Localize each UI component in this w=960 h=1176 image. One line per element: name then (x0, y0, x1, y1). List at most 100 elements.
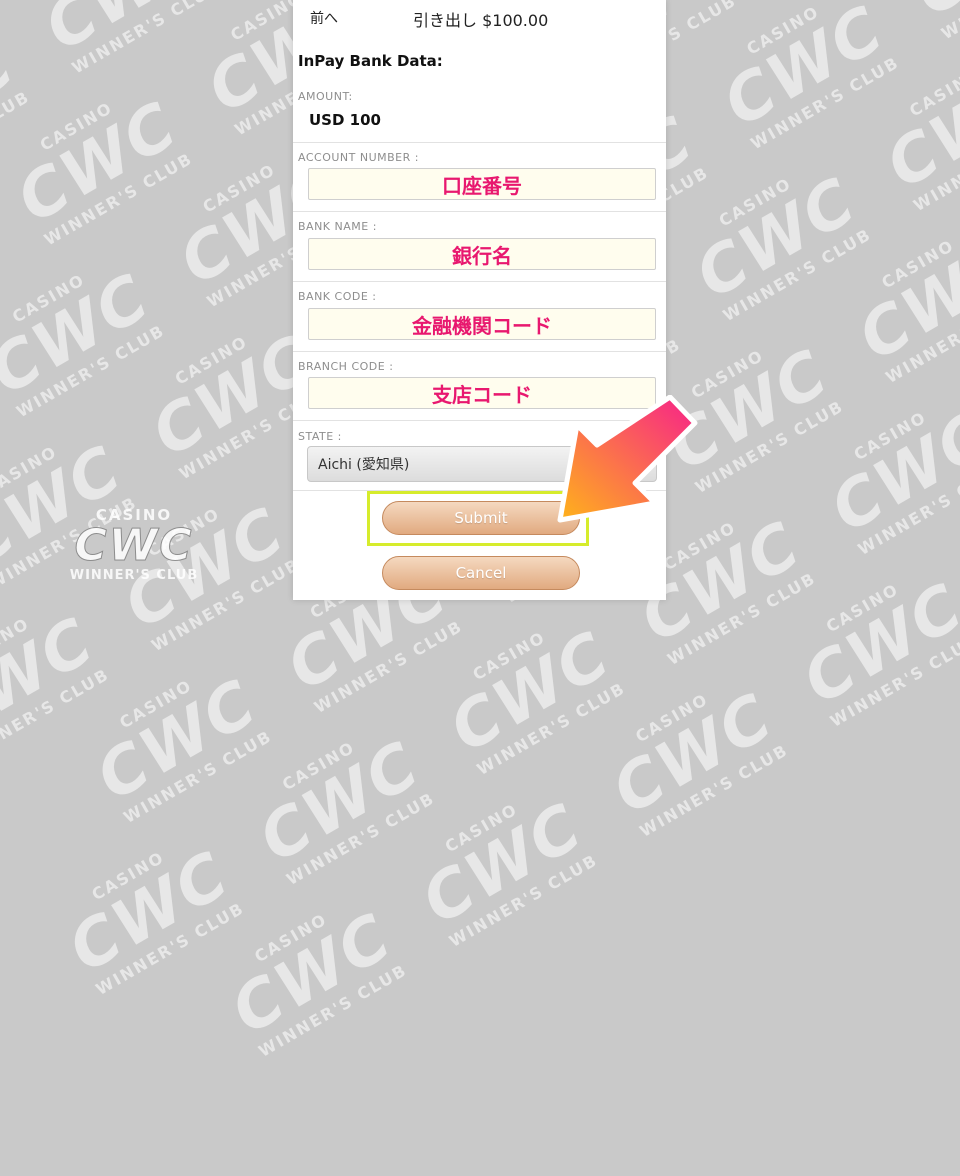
watermark-cwc-text: CWC (600, 679, 786, 830)
watermark-tile: CASINOCWCWINNER'S CLUB (869, 0, 960, 91)
watermark-cwc-text: CWC (0, 188, 23, 358)
watermark-club-text: WINNER'S CLUB (910, 115, 960, 216)
bank-code-label: BANK CODE : (298, 290, 377, 303)
watermark-casino-text: CASINO (0, 613, 33, 671)
account-number-field[interactable]: 口座番号 (308, 168, 656, 200)
watermark-cwc-text: CWC (247, 728, 433, 878)
logo-club-text: WINNER'S CLUB (69, 568, 199, 583)
watermark-club-text: WINNER'S CLUB (255, 960, 411, 1061)
watermark-casino-text: CASINO (632, 689, 712, 747)
watermark-cwc-text: CWC (10, 0, 241, 76)
watermark-club-text: WINNER'S CLUB (636, 740, 792, 841)
watermark-tile: CASINOCWCWINNER'S CLUB (0, 171, 51, 407)
branch-code-label: BRANCH CODE : (298, 360, 394, 373)
watermark-club-text: WINNER'S CLUB (0, 664, 113, 766)
watermark-casino-text: CASINO (116, 675, 196, 733)
watermark-tile: CASINOCWCWINNER'S CLUB (679, 0, 948, 201)
watermark-casino-text: CASINO (850, 407, 930, 465)
watermark-club-text: WINNER'S CLUB (13, 320, 169, 422)
watermark-club-text: WINNER'S CLUB (40, 148, 196, 250)
watermark-casino-text: CASINO (0, 0, 18, 131)
amount-label: AMOUNT: (298, 90, 353, 103)
watermark-tile: CASINOCWCWINNER'S CLUB (949, 432, 960, 668)
watermark-cwc-text: CWC (438, 618, 623, 768)
watermark-tile: CASINOCWCWINNER'S CLUB (814, 198, 960, 434)
watermark-casino-text: CASINO (878, 235, 958, 293)
watermark-tile: CASINOCWCWINNER'S CLUB (0, 61, 241, 297)
watermark-casino-text: CASINO (171, 331, 252, 389)
watermark-club-text: WINNER'S CLUB (0, 86, 34, 188)
watermark-cwc-text: CWC (791, 569, 960, 720)
watermark-club-text: WINNER'S CLUB (68, 0, 224, 78)
watermark-club-text: WINNER'S CLUB (310, 616, 466, 718)
watermark-casino-text: CASINO (743, 1, 823, 59)
watermark-tile: CASINOCWCWINNER'S CLUB (786, 370, 960, 606)
watermark-casino-text: CASINO (441, 799, 522, 857)
state-selected-value: Aichi (愛知県) (318, 457, 410, 473)
watermark-tile: CASINOCWCWINNER'S CLUB (0, 576, 158, 812)
watermark-club-text: WINNER'S CLUB (0, 258, 6, 360)
watermark-tile: CASINOCWCWINNER'S CLUB (377, 762, 646, 998)
watermark-club-text: WINNER'S CLUB (0, 415, 5, 547)
watermark-cwc-text: CWC (410, 789, 596, 940)
divider (293, 142, 666, 143)
watermark-club-text: WINNER'S CLUB (911, 0, 960, 59)
watermark-tile: CASINOCWCWINNER'S CLUB (52, 638, 321, 874)
watermark-casino-text: CASINO (715, 173, 795, 231)
watermark-cwc-text: CWC (874, 54, 960, 204)
cwc-logo: CASINO CWC WINNER'S CLUB (64, 506, 204, 586)
watermark-cwc-text: CWC (5, 88, 191, 238)
watermark-casino-text: CASINO (279, 737, 359, 795)
watermark-tile: CASINOCWCWINNER'S CLUB (758, 542, 960, 778)
watermark-club-text: WINNER'S CLUB (473, 678, 629, 779)
bank-code-field[interactable]: 金融機関コード (308, 308, 656, 340)
top-bar: 前へ 引き出し $100.00 (293, 0, 666, 34)
watermark-club-text: WINNER'S CLUB (719, 224, 875, 326)
watermark-tile: CASINOCWCWINNER'S CLUB (0, 343, 23, 579)
back-link[interactable]: 前へ (310, 8, 338, 28)
watermark-tile: CASINOCWCWINNER'S CLUB (568, 652, 837, 888)
watermark-cwc-text: CWC (819, 398, 960, 548)
watermark-cwc-text: CWC (846, 226, 960, 376)
watermark-club-text: WINNER'S CLUB (747, 52, 903, 154)
watermark-club-text: WINNER'S CLUB (854, 458, 960, 559)
watermark-cwc-text: CWC (711, 0, 897, 142)
watermark-tile: CASINOCWCWINNER'S CLUB (841, 26, 960, 262)
pointer-arrow-icon (557, 395, 698, 523)
watermark-cwc-text: CWC (57, 838, 242, 988)
watermark-tile: CASINOCWCWINNER'S CLUB (0, 233, 213, 469)
watermark-club-text: WINNER'S CLUB (92, 898, 248, 999)
cancel-button[interactable]: Cancel (382, 556, 580, 590)
watermark-casino-text: CASINO (822, 579, 903, 637)
watermark-casino-text: CASINO (906, 63, 960, 121)
watermark-casino-text: CASINO (469, 627, 549, 685)
divider (293, 211, 666, 212)
watermark-tile: CASINOCWCWINNER'S CLUB (24, 810, 293, 1046)
watermark-cwc-text: CWC (879, 0, 960, 42)
watermark-tile: CASINOCWCWINNER'S CLUB (0, 0, 78, 235)
section-title: InPay Bank Data: (298, 52, 443, 70)
bank-name-field[interactable]: 銀行名 (308, 238, 656, 270)
watermark-tile: CASINOCWCWINNER'S CLUB (187, 872, 456, 1108)
bank-name-label: BANK NAME : (298, 220, 377, 233)
watermark-cwc-text: CWC (684, 164, 869, 314)
watermark-tile: CASINOCWCWINNER'S CLUB (0, 0, 269, 125)
watermark-casino-text: CASINO (9, 269, 89, 327)
watermark-club-text: WINNER'S CLUB (445, 850, 601, 951)
watermark-tile: CASINOCWCWINNER'S CLUB (651, 136, 920, 372)
divider (293, 351, 666, 352)
watermark-cwc-text: CWC (0, 604, 107, 754)
page-title: 引き出し $100.00 (413, 11, 549, 30)
watermark-club-text: WINNER'S CLUB (882, 286, 960, 388)
logo-cwc-text: CWC (74, 520, 194, 571)
watermark-cwc-text: CWC (219, 899, 405, 1050)
watermark-casino-text: CASINO (0, 0, 209, 21)
watermark-casino-text: CASINO (36, 97, 117, 155)
watermark-cwc-text: CWC (0, 26, 28, 176)
watermark-casino-text: CASINO (949, 432, 960, 564)
watermark-casino-text: CASINO (251, 909, 331, 967)
watermark-club-text: WINNER'S CLUB (664, 568, 820, 669)
watermark-tile: CASINOCWCWINNER'S CLUB (405, 590, 674, 826)
state-label: STATE : (298, 430, 342, 443)
account-number-label: ACCOUNT NUMBER : (298, 151, 419, 164)
